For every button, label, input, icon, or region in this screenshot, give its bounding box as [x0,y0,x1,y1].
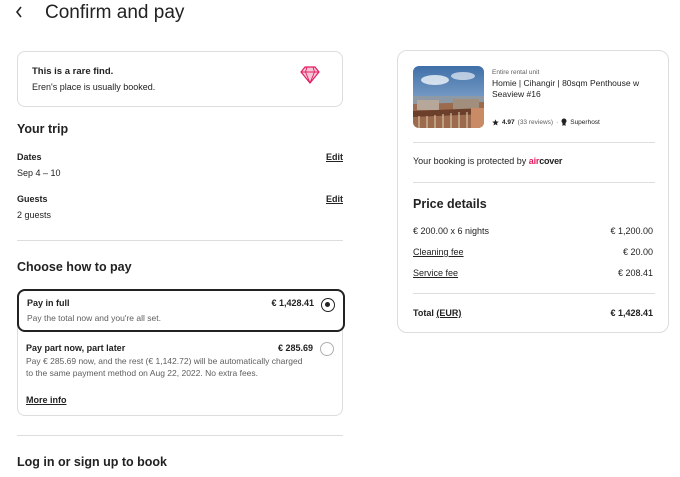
cleaning-fee-value: € 20.00 [622,247,653,257]
listing-name: Homie | Cihangir | 80sqm Penthouse w Sea… [492,78,640,99]
pay-in-full-radio[interactable] [321,298,335,312]
payment-options: Pay in full Pay the total now and you're… [17,289,345,416]
page-header: Confirm and pay [0,0,680,28]
your-trip-heading: Your trip [17,122,69,136]
separator-dot: · [556,118,559,126]
price-details-heading: Price details [413,197,487,211]
pay-part-now-price: € 285.69 [277,343,313,353]
login-heading: Log in or sign up to book [17,455,167,469]
pay-part-now-radio[interactable] [320,342,334,356]
guests-label: Guests [17,194,48,204]
rare-find-title: This is a rare find. [32,66,114,77]
pay-part-now-title: Pay part now, part later [26,343,126,353]
pay-in-full-description: Pay the total now and you're all set. [27,313,161,323]
rating-row: 4.97 (33 reviews) · Superhost [492,118,600,126]
service-fee-link[interactable]: Service fee [413,268,458,278]
total-value: € 1,428.41 [610,308,653,318]
card-divider [413,293,655,294]
rating-value: 4.97 [502,118,515,126]
service-fee-value: € 208.41 [617,268,653,278]
protection-text: Your booking is protected by [413,156,527,166]
rare-find-card: This is a rare find. Eren's place is usu… [17,51,343,107]
edit-dates-link[interactable]: Edit [326,152,343,162]
currency-link[interactable]: (EUR) [436,308,461,318]
review-count[interactable]: (33 reviews) [518,119,553,126]
pay-part-now-description: Pay € 285.69 now, and the rest (€ 1,142.… [26,356,303,378]
page-title: Confirm and pay [45,2,185,23]
card-divider [413,142,655,143]
card-divider [413,182,655,183]
total-text: Total [413,308,434,318]
back-button[interactable] [14,2,30,22]
listing-photo[interactable] [413,66,484,128]
pay-in-full-title: Pay in full [27,298,70,308]
nightly-rate-value: € 1,200.00 [610,226,653,236]
listing-summary-card: Entire rental unit Homie | Cihangir | 80… [397,50,669,333]
unit-type: Entire rental unit [492,69,540,76]
edit-guests-link[interactable]: Edit [326,194,343,204]
cleaning-fee-link[interactable]: Cleaning fee [413,247,464,257]
choose-how-to-pay-heading: Choose how to pay [17,260,132,274]
booking-protection: Your booking is protected by aircover [413,156,562,166]
total-label: Total (EUR) [413,308,461,318]
dates-label: Dates [17,152,42,162]
nightly-rate-label: € 200.00 x 6 nights [413,226,490,236]
superhost-label: Superhost [570,118,600,126]
divider [17,435,343,436]
pay-in-full-option[interactable]: Pay in full Pay the total now and you're… [17,289,345,332]
superhost-medal-icon [561,118,567,126]
divider [17,240,343,241]
listing-photo-image [413,66,484,128]
aircover-logo: aircover [528,156,563,166]
dates-value: Sep 4 – 10 [17,168,61,178]
pay-in-full-price: € 1,428.41 [271,298,314,308]
more-info-link[interactable]: More info [26,395,67,405]
rare-find-subtitle: Eren's place is usually booked. [32,82,156,92]
diamond-icon [300,66,320,84]
star-icon [492,118,499,126]
chevron-left-icon [15,6,22,18]
guests-value: 2 guests [17,210,52,220]
